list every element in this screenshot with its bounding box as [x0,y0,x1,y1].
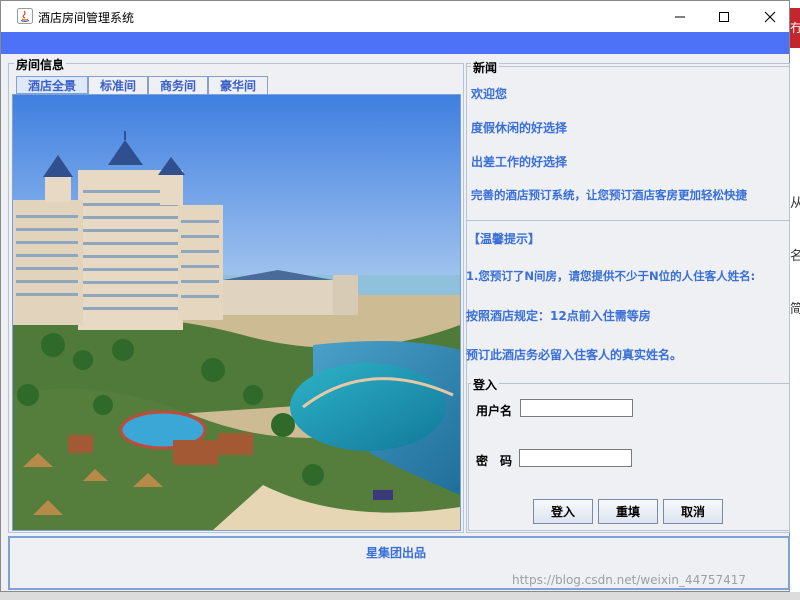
username-field[interactable] [520,399,633,417]
news-line: 出差工作的好选择 [471,155,568,169]
window-title: 酒店房间管理系统 [38,11,135,25]
tip-line: 预订此酒店务必留入住客人的真实姓名。 [466,348,683,362]
news-title: 新闻 [471,59,500,76]
tip-line: 按照酒店规定：12点前入住需等房 [466,309,651,323]
accent-bar [1,32,789,54]
tab-label: 商务间 [159,79,196,93]
tips-heading: 【温馨提示】 [468,232,541,246]
background-char: 简 [790,302,800,317]
tip-line: 1.您预订了N间房，请您提供不少于N位的人住客人姓名: [466,269,756,283]
password-label: 密 码 [476,454,513,468]
close-button[interactable] [747,1,793,32]
hotel-photo [13,95,460,530]
reset-button[interactable]: 重填 [598,499,658,524]
tab-label: 酒店全景 [27,78,76,93]
footer-credit: 星集团出品 [366,546,427,560]
login-button[interactable]: 登入 [533,499,593,524]
background-bottom [0,592,800,600]
news-line: 完善的酒店预订系统，让您预订酒店客房更加轻松快捷 [471,188,747,202]
username-label: 用户名 [476,404,513,418]
tab-business[interactable]: 商务间 [148,76,208,94]
news-line: 度假休闲的好选择 [471,121,568,135]
room-info-title: 房间信息 [14,56,67,73]
java-app-icon [17,8,33,24]
password-field[interactable] [519,449,632,467]
tab-label: 豪华间 [219,79,256,93]
maximize-icon [719,11,729,22]
minimize-icon [675,16,685,17]
close-icon [764,11,776,22]
minimize-button[interactable] [657,1,703,32]
title-bar: 酒店房间管理系统 [1,1,789,32]
login-title: 登入 [471,376,500,393]
watermark: https://blog.csdn.net/weixin_44757417 [512,573,747,587]
cancel-button[interactable]: 取消 [663,499,723,524]
tab-panorama[interactable]: 酒店全景 [16,76,88,94]
background-char: 名 [790,249,800,264]
tab-standard[interactable]: 标准间 [88,76,148,94]
news-line: 欢迎您 [471,87,508,101]
tab-luxury[interactable]: 豪华间 [208,76,268,94]
background-char: 从 [790,196,800,211]
maximize-button[interactable] [701,1,747,32]
hotel-panorama-image [12,94,461,531]
tab-label: 标准间 [99,79,136,93]
